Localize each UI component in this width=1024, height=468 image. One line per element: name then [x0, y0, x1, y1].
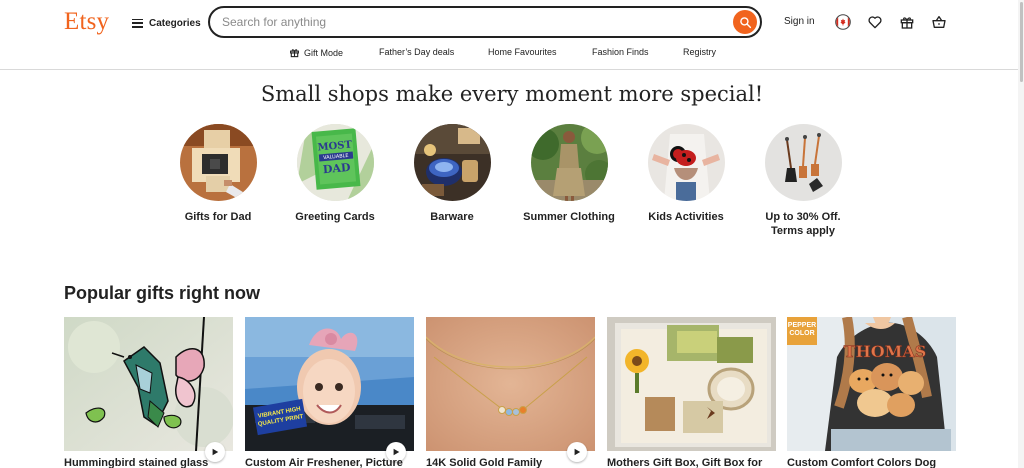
search-icon — [739, 16, 751, 28]
shopping-basket-icon — [932, 16, 946, 28]
gift-icon — [290, 49, 299, 58]
heart-icon — [868, 16, 882, 29]
nav-item-label: Gift Mode — [304, 47, 344, 58]
etsy-logo[interactable]: Etsy — [64, 8, 109, 36]
category-kids-activities[interactable]: Kids Activities — [636, 124, 736, 224]
category-deals[interactable]: Up to 30% Off. Terms apply — [753, 124, 853, 238]
product-title[interactable]: Custom Comfort Colors Dog — [787, 457, 967, 468]
category-image — [413, 124, 491, 201]
product-title[interactable]: Hummingbird stained glass — [64, 457, 244, 468]
play-icon — [212, 448, 219, 456]
site-header: Etsy Categories Sign in — [0, 0, 1024, 70]
category-circles: Gifts for Dad MOST VALUABLE DAD Greeting… — [0, 124, 1024, 244]
popular-gifts-list: Hummingbird stained glass VIBRANT HIGH Q… — [0, 317, 1024, 468]
play-icon — [574, 448, 581, 456]
product-color-badge: PEPPER COLOR — [787, 317, 817, 345]
gift-button[interactable] — [898, 13, 916, 31]
hamburger-icon — [132, 18, 143, 28]
card-art-line-3: DAD — [322, 161, 351, 176]
categories-label: Categories — [149, 17, 201, 29]
shirt-print-text: THOMAS — [844, 342, 927, 361]
search-input[interactable] — [222, 14, 722, 30]
category-label: Summer Clothing — [523, 211, 615, 223]
product-card[interactable]: Mothers Gift Box, Gift Box for — [607, 317, 776, 468]
play-icon — [393, 448, 400, 456]
product-title[interactable]: Custom Air Freshener, Picture — [245, 457, 425, 468]
region-flag-button[interactable] — [834, 13, 852, 31]
product-image — [426, 317, 595, 451]
category-label: Barware — [430, 211, 474, 223]
nav-item-fashion-finds[interactable]: Fashion Finds — [592, 47, 649, 57]
category-gifts-for-dad[interactable]: Gifts for Dad — [168, 124, 268, 224]
scrollbar-thumb[interactable] — [1020, 2, 1023, 82]
category-summer-clothing[interactable]: Summer Clothing — [519, 124, 619, 224]
product-image — [607, 317, 776, 451]
product-image — [64, 317, 233, 451]
section-title-popular-gifts: Popular gifts right now — [64, 283, 260, 303]
category-image — [530, 124, 608, 201]
search-button[interactable] — [733, 10, 757, 34]
product-card[interactable]: Hummingbird stained glass — [64, 317, 233, 468]
category-label: Kids Activities — [648, 211, 724, 223]
product-card[interactable]: VIBRANT HIGH QUALITY PRINT Custom Air Fr… — [245, 317, 414, 468]
category-image: MOST VALUABLE DAD — [296, 124, 374, 201]
product-title[interactable]: 14K Solid Gold Family — [426, 457, 606, 468]
nav-item-gift-mode[interactable]: Gift Mode — [289, 47, 343, 58]
category-label: Greeting Cards — [295, 211, 375, 223]
product-card[interactable]: THOMAS PEPPER COLOR Custom Comfort Color… — [787, 317, 956, 468]
categories-button[interactable]: Categories — [132, 15, 201, 31]
favorites-button[interactable] — [866, 13, 884, 31]
nav-item-registry[interactable]: Registry — [683, 47, 716, 57]
cart-button[interactable] — [930, 13, 948, 31]
canada-flag-icon — [835, 14, 851, 30]
category-label: Gifts for Dad — [184, 211, 252, 223]
product-title[interactable]: Mothers Gift Box, Gift Box for — [607, 457, 787, 468]
hero-title: Small shops make every moment more speci… — [260, 82, 764, 106]
category-image — [179, 124, 257, 201]
category-greeting-cards[interactable]: MOST VALUABLE DAD Greeting Cards — [285, 124, 385, 224]
secondary-nav: Gift Mode Father’s Day deals Home Favour… — [0, 46, 1024, 62]
sign-in-link[interactable]: Sign in — [784, 16, 815, 27]
category-image — [764, 124, 842, 201]
category-label: Up to 30% Off. Terms apply — [765, 211, 841, 237]
nav-item-home-favourites[interactable]: Home Favourites — [488, 47, 557, 57]
category-barware[interactable]: Barware — [402, 124, 502, 224]
product-card[interactable]: 14K Solid Gold Family — [426, 317, 595, 468]
nav-item-fathers-day-deals[interactable]: Father’s Day deals — [379, 47, 454, 57]
search-bar — [208, 6, 762, 38]
gift-icon — [900, 17, 914, 29]
category-image — [647, 124, 725, 201]
